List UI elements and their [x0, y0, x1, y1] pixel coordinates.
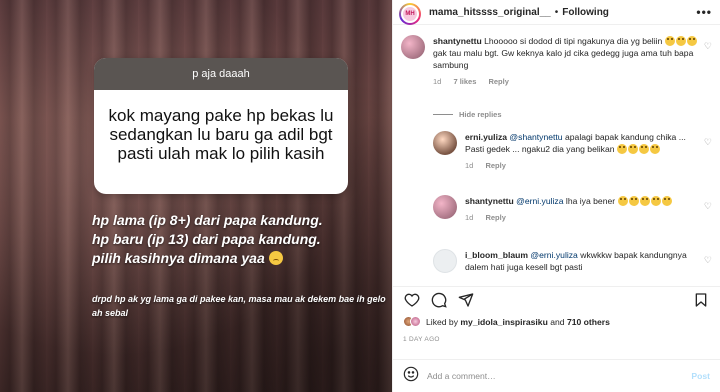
comment-heart-icon[interactable]: ♡ — [704, 201, 712, 212]
comment-list: shantynettu Lhooooo si dodod di tipi nga… — [393, 31, 720, 283]
comment-meta: 1d Reply — [465, 212, 673, 224]
comment-username[interactable]: shantynettu — [465, 196, 514, 206]
comment-time: 1d — [433, 77, 442, 86]
commenter-avatar[interactable] — [433, 195, 457, 219]
commenter-avatar[interactable] — [433, 131, 457, 155]
comment-heart-icon[interactable]: ♡ — [704, 137, 712, 148]
post-header: MH mama_hitssss_original__ • Following •… — [393, 0, 720, 25]
sad-emoji-icon — [268, 251, 283, 265]
emoji-icon — [649, 144, 660, 154]
emoji-icon — [639, 196, 650, 206]
comment-body: shantynettu Lhooooo si dodod di tipi nga… — [433, 35, 701, 88]
comment-text: Lhooooo si dodod di tipi ngakunya dia yg… — [484, 36, 663, 46]
emoji-icon — [638, 144, 649, 154]
liker-avatar — [410, 316, 421, 327]
liker-username[interactable]: my_idola_inspirasiku — [460, 317, 547, 327]
comment-text: lha iya bener — [565, 196, 616, 206]
comment-meta: 1d 7 likes Reply — [433, 76, 701, 88]
comment-likes[interactable]: 7 likes — [453, 77, 476, 86]
hide-replies-label: Hide replies — [459, 110, 502, 119]
more-options-icon[interactable]: ••• — [696, 5, 712, 19]
hide-replies-button[interactable]: Hide replies — [433, 110, 502, 119]
comment-heart-icon[interactable]: ♡ — [704, 41, 712, 52]
likes-text: Liked by my_idola_inspirasiku and 710 ot… — [426, 316, 610, 327]
reply-button[interactable]: Reply — [485, 161, 505, 170]
reply-item: erni.yuliza @shantynettu apalagi bapak k… — [433, 131, 701, 172]
comment-time: 1d — [465, 213, 474, 222]
question-header: p aja daaah — [94, 58, 348, 90]
reply-item: shantynettu @erni.yuliza lha iya bener 1… — [433, 195, 701, 224]
reply-button[interactable]: Reply — [488, 77, 508, 86]
reply-item: i_bloom_blaum @erni.yuliza wkwkkw bapak … — [433, 249, 701, 273]
smile-icon[interactable] — [403, 366, 419, 387]
comment-body: i_bloom_blaum @erni.yuliza wkwkkw bapak … — [465, 249, 701, 273]
emoji-icon — [686, 36, 697, 46]
question-text: kok mayang pake hp bekas lu sedangkan lu… — [108, 106, 334, 163]
following-button[interactable]: Following — [562, 7, 609, 18]
story-small-text: drpd hp ak yg lama ga di pakee kan, masa… — [92, 294, 386, 318]
heart-icon[interactable] — [403, 291, 421, 309]
comment-body: erni.yuliza @shantynettu apalagi bapak k… — [465, 131, 701, 172]
emoji-icon — [617, 196, 628, 206]
separator-dot: • — [554, 6, 559, 18]
comment-time: 1d — [465, 161, 474, 170]
emoji-icon — [628, 196, 639, 206]
likes-count[interactable]: 710 others — [567, 317, 610, 327]
overlay-line-2: hp baru (ip 13) dari papa kandung. — [92, 231, 321, 247]
commenter-avatar[interactable] — [433, 249, 457, 273]
comments-panel: MH mama_hitssss_original__ • Following •… — [392, 0, 720, 392]
overlay-line-3: pilih kasihnya dimana yaa — [92, 249, 388, 268]
emoji-icon — [675, 36, 686, 46]
mention-link[interactable]: @erni.yuliza — [530, 250, 577, 260]
comment-body: shantynettu @erni.yuliza lha iya bener 1… — [465, 195, 673, 224]
comment-username[interactable]: shantynettu — [433, 36, 482, 46]
reply-button[interactable]: Reply — [485, 213, 505, 222]
commenter-avatar[interactable] — [401, 35, 425, 59]
overlay-line-1: hp lama (ip 8+) dari papa kandung. — [92, 212, 323, 228]
divider — [433, 114, 453, 115]
emoji-icon — [664, 36, 675, 46]
comment-icon[interactable] — [430, 291, 448, 309]
comment-heart-icon[interactable]: ♡ — [704, 255, 712, 266]
emoji-icon — [627, 144, 638, 154]
emoji-icon — [661, 196, 672, 206]
author-avatar[interactable]: MH — [399, 3, 421, 25]
comment-meta: 1d Reply — [465, 160, 701, 172]
comment-item: shantynettu Lhooooo si dodod di tipi nga… — [401, 35, 701, 88]
emoji-icon — [616, 144, 627, 154]
share-icon[interactable] — [457, 291, 475, 309]
bookmark-icon[interactable] — [692, 291, 710, 309]
story-overlay-text: hp lama (ip 8+) dari papa kandung. hp ba… — [92, 211, 388, 268]
author-username[interactable]: mama_hitssss_original__ — [429, 7, 551, 18]
action-bar — [393, 286, 720, 312]
mention-link[interactable]: @shantynettu — [509, 132, 562, 142]
comment-input[interactable] — [427, 371, 692, 381]
comment-username[interactable]: i_bloom_blaum — [465, 250, 528, 260]
likes-summary: Liked by my_idola_inspirasiku and 710 ot… — [403, 316, 712, 327]
comment-username[interactable]: erni.yuliza — [465, 132, 507, 142]
comment-text-continued: gak tau malu bgt. Gw keknya kalo jd cika… — [433, 48, 694, 70]
post-timestamp: 1 DAY AGO — [403, 336, 440, 343]
mention-link[interactable]: @erni.yuliza — [516, 196, 563, 206]
emoji-icon — [650, 196, 661, 206]
comment-composer: Post — [393, 359, 720, 392]
post-button[interactable]: Post — [691, 371, 710, 381]
post-image[interactable]: p aja daaah kok mayang pake hp bekas lu … — [0, 0, 392, 392]
question-sticker: p aja daaah kok mayang pake hp bekas lu … — [94, 58, 348, 194]
